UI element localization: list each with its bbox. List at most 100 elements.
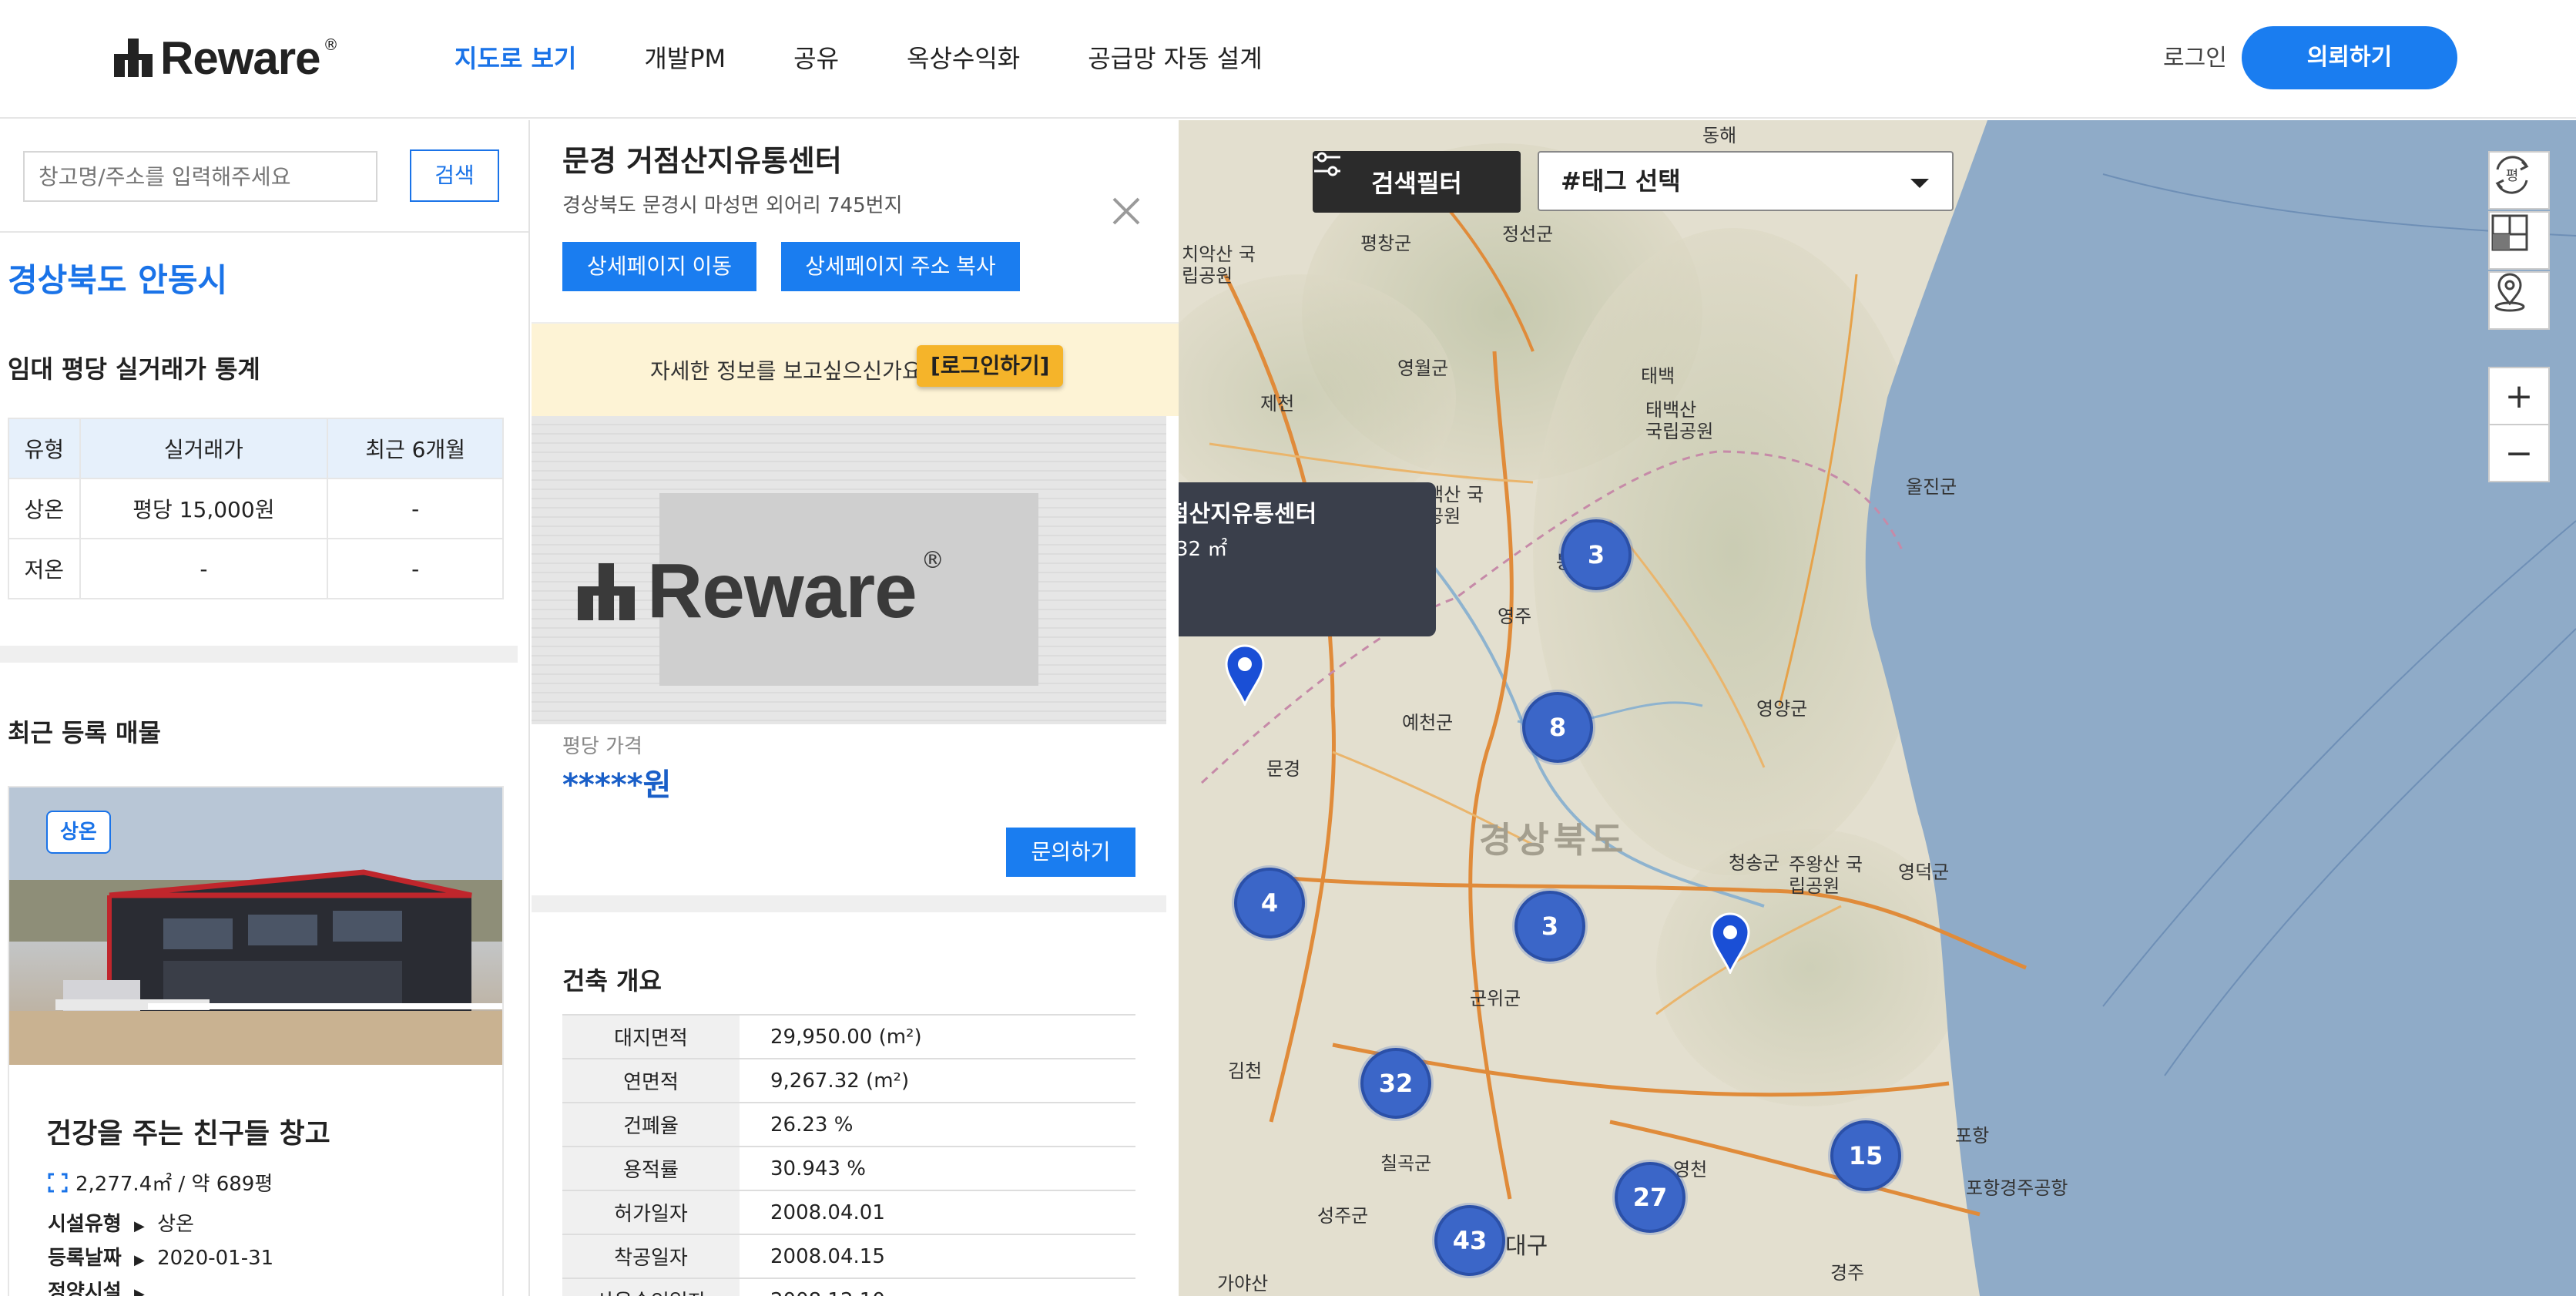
stats-title: 임대 평당 실거래가 통계 <box>8 354 260 384</box>
listing-extra-label: 정양시설 <box>48 1281 122 1296</box>
listing-date-label: 등록날짜 <box>48 1247 122 1270</box>
building-key: 착공일자 <box>562 1234 740 1278</box>
map-place-label: 울진군 <box>1906 476 1957 498</box>
listing-type-label: 시설유형 <box>48 1213 122 1236</box>
map-place-label: 포항 <box>1955 1125 1990 1147</box>
tag-select-dropdown[interactable]: #태그 선택 <box>1538 151 1954 211</box>
map-cluster[interactable]: 32 <box>1360 1048 1431 1119</box>
nav-share[interactable]: 공유 <box>793 39 839 79</box>
nav-dev-pm[interactable]: 개발PM <box>644 39 726 79</box>
listing-type-value: 상온 <box>157 1213 194 1236</box>
map-cluster[interactable]: 3 <box>1561 519 1632 590</box>
table-row: 상온 평당 15,000원 - <box>8 478 504 539</box>
map-place-label: 영월군 <box>1397 358 1449 379</box>
map-cluster[interactable]: 43 <box>1434 1205 1505 1276</box>
building-value: 29,950.00 (m²) <box>770 1025 922 1049</box>
map-cluster[interactable]: 27 <box>1615 1162 1685 1233</box>
map-place-label: 영덕군 <box>1898 861 1950 883</box>
building-key: 대지면적 <box>562 1015 740 1059</box>
table-row: 용적률 30.943 % <box>562 1147 1135 1190</box>
nav-rooftop[interactable]: 옥상수익화 <box>907 39 1020 79</box>
map-place-label: 대구 <box>1505 1233 1548 1260</box>
inquiry-button[interactable]: 문의하기 <box>1006 828 1135 877</box>
search-input[interactable] <box>23 151 377 202</box>
section-separator <box>0 646 518 663</box>
map-place-label: 평창군 <box>1360 233 1412 254</box>
watermark-logo-text: Reware <box>647 548 917 634</box>
map-place-label: 포항경주공항 <box>1966 1177 2068 1199</box>
sidebar-divider <box>0 231 528 233</box>
nav-map-view[interactable]: 지도로 보기 <box>454 39 576 79</box>
map-place-label: 김천 <box>1228 1060 1263 1082</box>
map-place-label: 경주 <box>1830 1262 1865 1284</box>
map-place-label: 동해 <box>1702 125 1737 146</box>
copy-detail-url-button[interactable]: 상세페이지 주소 복사 <box>781 242 1020 291</box>
building-value: 9,267.32 (m²) <box>770 1069 910 1093</box>
table-row: 착공일자 2008.04.15 <box>562 1234 1135 1278</box>
building-overview-table: 대지면적 29,950.00 (m²) 연면적 9,267.32 (m²) 건폐율 2… <box>562 1014 1135 1296</box>
logo-text: Reware <box>160 32 320 84</box>
login-link[interactable]: 로그인 <box>2163 40 2227 77</box>
listing-area: 2,277.4㎡ / 약 689평 <box>48 1168 273 1197</box>
detail-address: 경상북도 문경시 마성면 외어리 745번지 <box>562 194 903 217</box>
go-detail-button[interactable]: 상세페이지 이동 <box>562 242 756 291</box>
building-overview-title: 건축 개요 <box>562 966 662 996</box>
my-location-button[interactable] <box>2488 271 2550 330</box>
listing-date-value: 2020-01-31 <box>157 1247 274 1270</box>
close-icon[interactable] <box>1108 193 1145 230</box>
login-prompt-button[interactable]: [로그인하기] <box>917 345 1064 387</box>
map-cluster[interactable]: 15 <box>1830 1120 1901 1191</box>
building-value: 26.23 % <box>770 1113 854 1137</box>
building-value: 30.943 % <box>770 1157 866 1180</box>
listing-card[interactable]: 상온 건강을 주는 친구들 창고 2,277.4㎡ / 약 689평 시설유형 … <box>8 786 504 1296</box>
detail-title: 문경 거점산지유통센터 <box>562 144 842 178</box>
registered-mark: ® <box>323 35 339 54</box>
stats-header-price: 실거래가 <box>79 418 329 479</box>
location-pin-icon <box>2494 273 2525 312</box>
table-row: 저온 - - <box>8 538 504 599</box>
request-button[interactable]: 의뢰하기 <box>2242 26 2457 89</box>
recent-listings-title: 최근 등록 매물 <box>8 718 161 747</box>
map-layer-button[interactable] <box>2488 211 2550 270</box>
search-button[interactable]: 검색 <box>410 149 499 202</box>
map-cluster[interactable]: 8 <box>1522 692 1593 763</box>
nav-supply-chain[interactable]: 공급망 자동 설계 <box>1088 39 1262 79</box>
left-sidebar: 검색 경상북도 안동시 임대 평당 실거래가 통계 유형 실거래가 최근 6개월… <box>0 120 530 1296</box>
reware-logo[interactable]: Reware ® <box>114 32 339 84</box>
search-filter-label: 검색필터 <box>1371 169 1462 198</box>
table-row: 연면적 9,267.32 (m²) <box>562 1059 1135 1103</box>
building-value: 2008.04.01 <box>770 1200 885 1224</box>
price-value: *****원 <box>562 767 672 803</box>
map-place-label: 가야산 <box>1217 1273 1269 1294</box>
table-row: 건폐율 26.23 % <box>562 1103 1135 1147</box>
tooltip-area: 32 ㎡ <box>1179 538 1228 561</box>
search-filter-button[interactable]: 검색필터 <box>1313 151 1521 213</box>
area-unit-toggle-button[interactable]: 평 <box>2488 151 2550 210</box>
map-base <box>1179 120 2576 1296</box>
price-label: 평당 가격 <box>562 735 642 758</box>
building-key: 사용승인일자 <box>562 1278 740 1296</box>
tag-select-value: #태그 선택 <box>1561 166 1681 196</box>
map-place-label: 청송군 <box>1729 852 1780 874</box>
stats-table: 유형 실거래가 최근 6개월 상온 평당 15,000원 - 저온 - - <box>8 418 504 599</box>
tooltip-title: 점산지유통센터 <box>1179 501 1317 528</box>
map-place-label: 치악산 국립공원 <box>1182 243 1256 287</box>
stats-cell: - <box>327 478 504 539</box>
login-prompt-banner: 자세한 정보를 보고싶으신가요? [로그인하기] <box>532 322 1179 416</box>
map-cluster[interactable]: 4 <box>1234 868 1305 938</box>
zoom-out-button[interactable]: − <box>2488 424 2550 482</box>
listing-type-row: 시설유형 ▶ 상온 <box>48 1208 194 1237</box>
region-title: 경상북도 안동시 <box>8 261 228 299</box>
map-pin-icon[interactable] <box>1710 912 1750 974</box>
map-place-label: 정선군 <box>1502 223 1554 245</box>
layers-icon <box>2491 214 2528 251</box>
map-cluster[interactable]: 3 <box>1514 891 1585 962</box>
refresh-unit-icon: 평 <box>2495 156 2529 194</box>
area-icon <box>48 1173 68 1192</box>
section-separator <box>532 895 1166 912</box>
table-row: 사용승인일자2008.12.10 <box>562 1278 1135 1296</box>
map-pin-icon[interactable] <box>1225 644 1265 706</box>
map-view[interactable]: 동해 평창군 정선군 치악산 국립공원 영월군 제천 태백 태백산 국립공원 소… <box>1179 120 2576 1296</box>
zoom-in-button[interactable]: + <box>2488 367 2550 425</box>
building-key: 허가일자 <box>562 1190 740 1234</box>
